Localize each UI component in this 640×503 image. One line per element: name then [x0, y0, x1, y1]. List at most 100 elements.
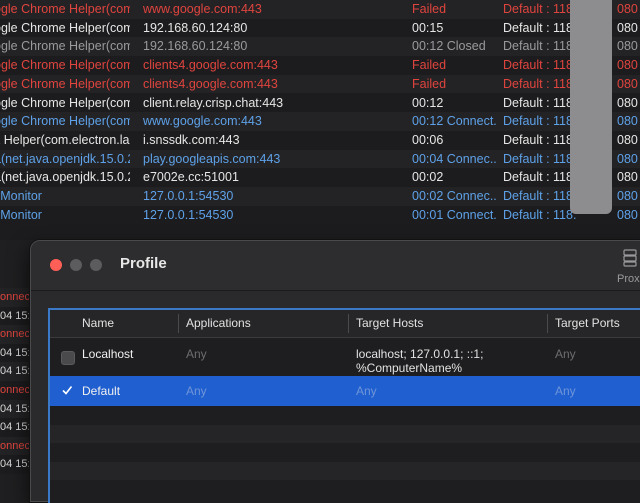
column-divider[interactable]	[348, 314, 349, 333]
table-row[interactable]: Localhost Any localhost; 127.0.0.1; ::1;…	[50, 338, 640, 376]
log-rule-tail: 080	[617, 58, 638, 73]
rule-target-ports: Any	[555, 347, 576, 361]
log-app-cell: ogle Chrome Helper(com...	[0, 2, 130, 16]
rule-enabled-checkbox[interactable]	[61, 383, 73, 395]
log-row[interactable]: ogle Chrome Helper(com... www.google.com:…	[0, 112, 640, 131]
log-host-cell: play.googleapis.com:443	[143, 151, 281, 166]
log-row[interactable]: ogle Chrome Helper(com... clients4.google…	[0, 74, 640, 94]
log-row[interactable]: ogle Chrome Helper(com... clients4.google…	[0, 56, 640, 75]
log-rule-tail: 080	[617, 76, 638, 91]
empty-table-row	[50, 480, 640, 499]
table-row-selected[interactable]: Default Any Any Any	[50, 376, 640, 406]
minimize-window-button[interactable]	[70, 259, 82, 271]
rule-enabled-checkbox[interactable]	[61, 351, 75, 365]
log-app-cell: ogle Chrome Helper(com...	[0, 114, 130, 129]
log-rule-tail: 080	[617, 39, 638, 54]
log-app-cell: a(net.java.openjdk.15.0.2...	[0, 170, 130, 185]
empty-table-row	[50, 424, 640, 444]
log-row[interactable]: yMonitor 127.0.0.1:54530 00:01 Connect... D…	[0, 205, 640, 225]
column-header-applications[interactable]: Applications	[186, 310, 251, 337]
log-rule-text: Default : 118.	[503, 151, 577, 166]
log-edge-row: 04 15:	[0, 343, 32, 363]
log-status-cell: Failed	[412, 2, 447, 16]
log-edge-row: 04 15:	[0, 362, 32, 381]
zoom-window-button[interactable]	[90, 259, 102, 271]
log-app-cell: yMonitor	[0, 189, 42, 203]
log-row[interactable]: ogle Chrome Helper(com... 192.168.60.124:…	[0, 18, 640, 38]
column-header-target-ports[interactable]: Target Ports	[555, 310, 620, 337]
log-status-cell: Failed	[412, 58, 447, 73]
log-app-cell: ogle Chrome Helper(com...	[0, 20, 130, 35]
column-divider[interactable]	[178, 314, 179, 333]
column-divider[interactable]	[547, 314, 548, 333]
empty-table-row	[50, 443, 640, 462]
log-rule-text: Default : 118.	[503, 95, 577, 110]
log-rule-tail: 080	[617, 95, 638, 110]
log-edge-row: 04 15:	[0, 455, 32, 474]
log-rule-text: Default : 118.	[503, 58, 577, 73]
log-app-cell: ogle Chrome Helper(com...	[0, 58, 130, 73]
server-icon	[623, 249, 637, 267]
rule-target-hosts-line1: Any	[356, 384, 377, 398]
log-rule-text: Default : 118.	[503, 2, 577, 16]
log-host-cell: www.google.com:443	[143, 2, 262, 16]
log-rule-tail: 080	[617, 114, 638, 129]
column-header-target-hosts[interactable]: Target Hosts	[356, 310, 423, 337]
log-rule-text: Default : 118.	[503, 20, 577, 35]
log-row[interactable]: yMonitor 127.0.0.1:54530 00:02 Connec... De…	[0, 187, 640, 206]
log-rule-text: Default : 118.	[503, 207, 577, 222]
log-app-cell: a(net.java.openjdk.15.0.2...	[0, 151, 130, 166]
log-app-cell: ogle Chrome Helper(com...	[0, 95, 130, 110]
log-app-cell: ogle Chrome Helper(com...	[0, 76, 130, 91]
log-rule-tail: 080	[617, 170, 638, 185]
log-app-cell: yMonitor	[0, 207, 42, 222]
checkmark-icon	[62, 386, 73, 395]
empty-table-row	[50, 461, 640, 481]
rule-applications: Any	[186, 384, 207, 398]
log-host-cell: clients4.google.com:443	[143, 58, 278, 73]
proxy-toolbar-button[interactable]: Prox	[613, 247, 640, 287]
log-row[interactable]: ogle Chrome Helper(com... 192.168.60.124:…	[0, 37, 640, 57]
log-row[interactable]: ogle Chrome Helper(com... client.relay.cr…	[0, 93, 640, 113]
log-rule-text: Default : 118.	[503, 170, 577, 185]
log-edge-row: onnecti	[0, 325, 32, 344]
log-rule-tail: 080	[617, 132, 638, 147]
rule-applications: Any	[186, 347, 207, 361]
log-host-cell: e7002e.cc:51001	[143, 170, 239, 185]
log-status-cell: 00:15	[412, 20, 444, 35]
log-row[interactable]: a(net.java.openjdk.15.0.2... e7002e.cc:51…	[0, 168, 640, 187]
log-app-cell: ogle Chrome Helper(com...	[0, 39, 130, 54]
profile-window: Profile Prox Name Applications Target Ho…	[30, 240, 640, 503]
connection-log: ogle Chrome Helper(com... www.google.com:…	[0, 0, 640, 240]
log-host-cell: 192.168.60.124:80	[143, 39, 248, 54]
log-row[interactable]: a(net.java.openjdk.15.0.2... play.googlea…	[0, 149, 640, 169]
table-header: Name Applications Target Hosts Target Po…	[50, 310, 640, 338]
log-row[interactable]: ogle Chrome Helper(com... www.google.com:…	[0, 0, 640, 19]
log-row[interactable]: k Helper(com.electron.la... i.snssdk.com:…	[0, 130, 640, 150]
rule-name: Default	[82, 384, 121, 398]
log-host-cell: 127.0.0.1:54530	[143, 207, 234, 222]
log-rule-text: Default : 118.	[503, 132, 577, 147]
log-status-cell: 00:02 Connec...	[412, 189, 496, 203]
log-edge-row: onnecti	[0, 288, 32, 307]
proxy-toolbar-label: Prox	[617, 273, 640, 285]
window-title: Profile	[120, 255, 167, 272]
log-host-cell: 192.168.60.124:80	[143, 20, 248, 35]
log-status-cell: 00:12	[412, 95, 444, 110]
column-header-name[interactable]: Name	[82, 310, 114, 337]
log-rule-tail: 080	[617, 207, 638, 222]
log-status-cell: Failed	[412, 76, 447, 91]
rule-target-ports: Any	[555, 384, 576, 398]
log-rule-tail: 080	[617, 20, 638, 35]
rule-target-hosts-line2: %ComputerName%	[356, 361, 463, 375]
log-status-cell: 00:06	[412, 132, 444, 147]
close-window-button[interactable]	[50, 259, 62, 271]
title-bar: Profile Prox	[31, 241, 640, 291]
log-status-cell: 00:04 Connec...	[412, 151, 496, 166]
log-edge-row: 04 15:	[0, 306, 32, 326]
profile-rules-table: Name Applications Target Hosts Target Po…	[48, 308, 640, 503]
connection-log-edge: onnecti 04 15: onnecti 04 15: 04 15: onnecti 0…	[0, 288, 32, 487]
log-edge-row: onnecti	[0, 436, 32, 456]
log-rule-text: Default : 118.	[503, 76, 577, 91]
log-rule-tail: 080	[617, 2, 638, 16]
